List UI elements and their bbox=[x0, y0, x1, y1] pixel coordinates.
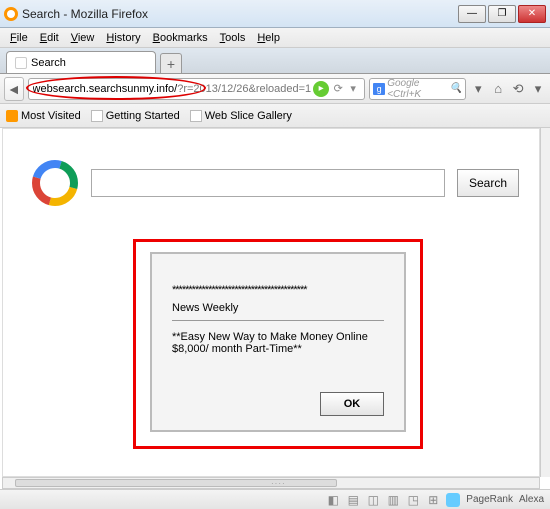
most-visited-icon bbox=[6, 110, 18, 122]
search-row: Search bbox=[31, 159, 519, 207]
status-avatar-icon[interactable] bbox=[446, 493, 460, 507]
page-icon bbox=[91, 110, 103, 122]
search-icon[interactable]: 🔍 bbox=[450, 83, 462, 94]
status-icon[interactable]: ▤ bbox=[346, 493, 360, 507]
firefox-icon bbox=[4, 7, 18, 21]
title-bar: Search - Mozilla Firefox — ❐ ✕ bbox=[0, 0, 550, 28]
sync-button[interactable]: ⟲ bbox=[510, 79, 526, 99]
menu-help[interactable]: Help bbox=[251, 30, 286, 46]
horizontal-scrollbar[interactable]: ···· bbox=[2, 477, 540, 489]
popup-source: News Weekly bbox=[172, 302, 384, 314]
navigation-bar: ◄ websearch.searchsunmy.info/?r=2013/12/… bbox=[0, 74, 550, 104]
reload-button[interactable]: ⟳ bbox=[331, 82, 345, 96]
page-icon bbox=[190, 110, 202, 122]
search-input[interactable] bbox=[91, 169, 445, 197]
status-icon[interactable]: ◧ bbox=[326, 493, 340, 507]
bookmark-getting-started[interactable]: Getting Started bbox=[91, 110, 180, 122]
status-bar: ◧ ▤ ◫ ▥ ◳ ⊞ PageRank Alexa bbox=[0, 489, 550, 509]
search-engine-box[interactable]: g Google <Ctrl+K 🔍 bbox=[369, 78, 466, 100]
status-icon[interactable]: ⊞ bbox=[426, 493, 440, 507]
search-engine-logo bbox=[31, 159, 79, 207]
bookmark-web-slice[interactable]: Web Slice Gallery bbox=[190, 110, 292, 122]
window-controls: — ❐ ✕ bbox=[458, 5, 546, 23]
bookmarks-bar: Most Visited Getting Started Web Slice G… bbox=[0, 104, 550, 128]
new-tab-button[interactable]: + bbox=[160, 53, 182, 73]
popup-dialog: ****************************************… bbox=[150, 252, 406, 432]
back-button[interactable]: ◄ bbox=[4, 77, 24, 101]
maximize-button[interactable]: ❐ bbox=[488, 5, 516, 23]
home-button[interactable]: ⌂ bbox=[490, 79, 506, 99]
popup-ok-button[interactable]: OK bbox=[320, 392, 384, 416]
page-content: Search *********************************… bbox=[2, 128, 540, 477]
menu-bar: File Edit View History Bookmarks Tools H… bbox=[0, 28, 550, 48]
search-placeholder: Google <Ctrl+K bbox=[387, 78, 448, 100]
url-bar[interactable]: websearch.searchsunmy.info/?r=2013/12/26… bbox=[28, 78, 366, 100]
tab-search[interactable]: Search bbox=[6, 51, 156, 73]
menu-bookmarks[interactable]: Bookmarks bbox=[147, 30, 214, 46]
status-icon[interactable]: ◫ bbox=[366, 493, 380, 507]
menu-edit[interactable]: Edit bbox=[34, 30, 65, 46]
tab-strip: Search + bbox=[0, 48, 550, 74]
popup-divider-top: ****************************************… bbox=[172, 284, 384, 296]
urlbar-dropdown[interactable]: ▾ bbox=[346, 82, 360, 96]
status-icon[interactable]: ◳ bbox=[406, 493, 420, 507]
page-favicon bbox=[15, 57, 27, 69]
tab-label: Search bbox=[31, 57, 66, 69]
bookmark-menu[interactable]: ▾ bbox=[530, 79, 546, 99]
search-button[interactable]: Search bbox=[457, 169, 519, 197]
scrollbar-thumb[interactable] bbox=[15, 479, 337, 487]
popup-separator bbox=[172, 320, 384, 321]
menu-view[interactable]: View bbox=[65, 30, 101, 46]
go-button[interactable]: ▸ bbox=[313, 81, 329, 97]
bookmark-most-visited[interactable]: Most Visited bbox=[6, 110, 81, 122]
scrollbar-grip: ···· bbox=[271, 479, 286, 488]
url-text: websearch.searchsunmy.info/?r=2013/12/26… bbox=[33, 83, 312, 95]
status-alexa[interactable]: Alexa bbox=[519, 494, 544, 505]
window-title: Search - Mozilla Firefox bbox=[22, 7, 458, 21]
status-icon[interactable]: ▥ bbox=[386, 493, 400, 507]
status-pagerank[interactable]: PageRank bbox=[466, 494, 513, 505]
close-button[interactable]: ✕ bbox=[518, 5, 546, 23]
menu-tools[interactable]: Tools bbox=[214, 30, 252, 46]
popup-highlight-annotation: ****************************************… bbox=[133, 239, 423, 449]
google-icon: g bbox=[373, 83, 385, 95]
minimize-button[interactable]: — bbox=[458, 5, 486, 23]
menu-history[interactable]: History bbox=[100, 30, 146, 46]
popup-body: **Easy New Way to Make Money Online $8,0… bbox=[172, 331, 384, 355]
menu-file[interactable]: File bbox=[4, 30, 34, 46]
toolbar-dropdown[interactable]: ▾ bbox=[470, 79, 486, 99]
vertical-scrollbar[interactable] bbox=[540, 128, 550, 477]
